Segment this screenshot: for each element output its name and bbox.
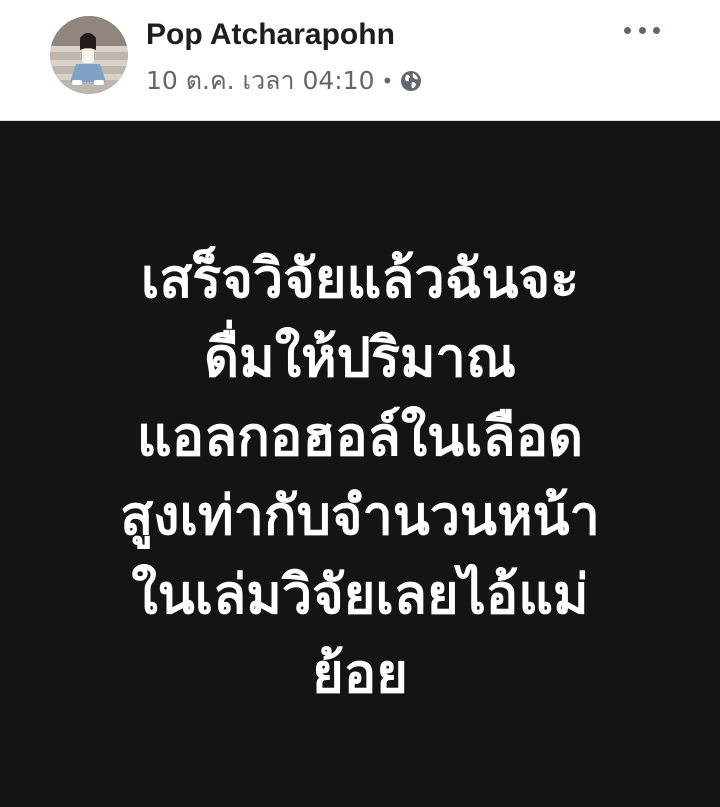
author-avatar[interactable] bbox=[50, 16, 128, 94]
status-background: เสร็จวิจัยแล้วฉันจะ ดื่มให้ปริมาณ แอลกอฮ… bbox=[0, 121, 720, 807]
status-line: ดื่มให้ปริมาณ bbox=[204, 326, 516, 389]
status-line: แอลกอฮอล์ในเลือด bbox=[136, 405, 584, 468]
meta-separator: • bbox=[381, 69, 394, 93]
post-timestamp[interactable]: 10 ต.ค. เวลา 04:10 bbox=[146, 61, 375, 101]
post-meta: 10 ต.ค. เวลา 04:10 • bbox=[146, 64, 422, 98]
status-text: เสร็จวิจัยแล้วฉันจะ ดื่มให้ปริมาณ แอลกอฮ… bbox=[60, 239, 660, 807]
post-header: Pop Atcharapohn 10 ต.ค. เวลา 04:10 • bbox=[0, 0, 720, 121]
status-line: สูงเท่ากับจำนวนหน้า bbox=[120, 484, 600, 547]
status-line: ย้อย bbox=[312, 642, 408, 705]
status-line: ในเล่มวิจัยเลยไอ้แม่ bbox=[131, 563, 589, 626]
more-dot bbox=[638, 26, 646, 34]
author-name[interactable]: Pop Atcharapohn bbox=[146, 16, 395, 54]
globe-icon[interactable] bbox=[400, 70, 422, 92]
more-dot bbox=[653, 26, 660, 34]
avatar-photo bbox=[50, 16, 128, 94]
more-dots-icon bbox=[624, 26, 631, 34]
facebook-post: Pop Atcharapohn 10 ต.ค. เวลา 04:10 • เสร… bbox=[0, 0, 720, 807]
more-options-button[interactable] bbox=[624, 18, 660, 42]
status-line: เสร็จวิจัยแล้วฉันจะ bbox=[140, 247, 580, 310]
